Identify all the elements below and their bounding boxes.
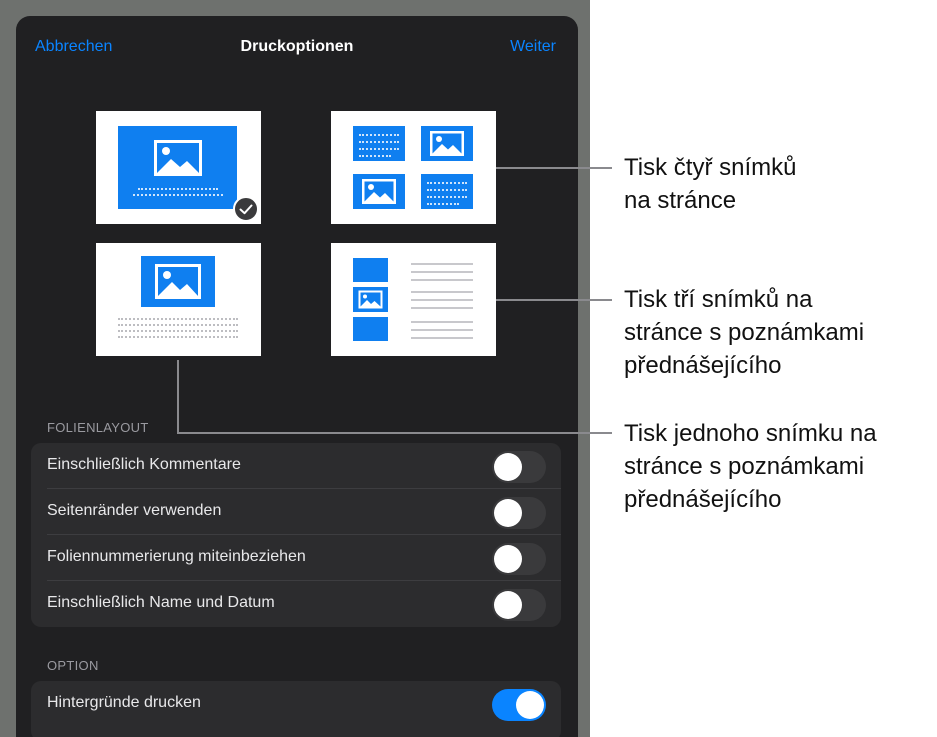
slide-mini — [353, 126, 405, 161]
layout-option-four-slides[interactable] — [331, 111, 496, 224]
callout-line-three — [496, 299, 612, 301]
use-margins-toggle[interactable] — [492, 497, 546, 529]
callout-one-slide-notes: Tisk jednoho snímku na stránce s poznámk… — [624, 420, 877, 513]
image-icon — [155, 264, 201, 299]
options-settings-group: Hintergründe drucken — [31, 681, 561, 737]
slide-mini — [353, 287, 388, 312]
name-date-toggle[interactable] — [492, 589, 546, 621]
callout-four-slides: Tisk čtyř snímků na stránce — [624, 154, 797, 214]
callout-three-slides-notes: Tisk tří snímků na stránce s poznámkami … — [624, 286, 865, 379]
slide-mini — [353, 174, 405, 209]
slide-mini — [353, 317, 388, 341]
slide-mini — [421, 174, 473, 209]
image-icon — [362, 179, 396, 204]
row-label: Hintergründe drucken — [47, 694, 201, 711]
settings-row-name-date: Einschließlich Name und Datum — [31, 581, 561, 627]
callout-line-one-horizontal — [177, 432, 612, 434]
slide-thumbnail — [141, 256, 215, 307]
settings-row-include-comments: Einschließlich Kommentare — [31, 443, 561, 489]
callout-line-one-vertical — [177, 360, 179, 433]
row-label: Einschließlich Name und Datum — [47, 594, 275, 611]
layout-option-single-slide[interactable] — [96, 111, 261, 224]
callout-line-four — [496, 167, 612, 169]
layout-option-three-slides-notes[interactable] — [331, 243, 496, 356]
print-options-sheet: Abbrechen Druckoptionen Weiter FOLIENLAY… — [16, 16, 578, 737]
slide-mini — [421, 126, 473, 161]
checkmark-icon — [233, 196, 259, 222]
row-label: Seitenränder verwenden — [47, 502, 222, 519]
slide-thumbnail — [118, 126, 237, 209]
settings-row-use-margins: Seitenränder verwenden — [31, 489, 561, 535]
slide-layout-settings-group: Einschließlich Kommentare Seitenränder v… — [31, 443, 561, 627]
slide-mini — [353, 258, 388, 282]
section-header-options: OPTION — [47, 658, 99, 673]
image-icon — [430, 131, 464, 156]
sheet-title: Druckoptionen — [240, 38, 354, 55]
image-icon — [358, 290, 383, 309]
section-header-slide-layout: FOLIENLAYOUT — [47, 420, 149, 435]
slide-numbers-toggle[interactable] — [492, 543, 546, 575]
settings-row-print-backgrounds: Hintergründe drucken — [31, 681, 561, 727]
include-comments-toggle[interactable] — [492, 451, 546, 483]
row-label: Foliennummerierung miteinbeziehen — [47, 548, 306, 565]
print-backgrounds-toggle[interactable] — [492, 689, 546, 721]
image-icon — [154, 140, 202, 176]
layout-option-one-slide-notes[interactable] — [96, 243, 261, 356]
next-button[interactable]: Weiter — [510, 38, 556, 56]
settings-row-slide-numbers: Foliennummerierung miteinbeziehen — [31, 535, 561, 581]
row-label: Einschließlich Kommentare — [47, 456, 241, 473]
